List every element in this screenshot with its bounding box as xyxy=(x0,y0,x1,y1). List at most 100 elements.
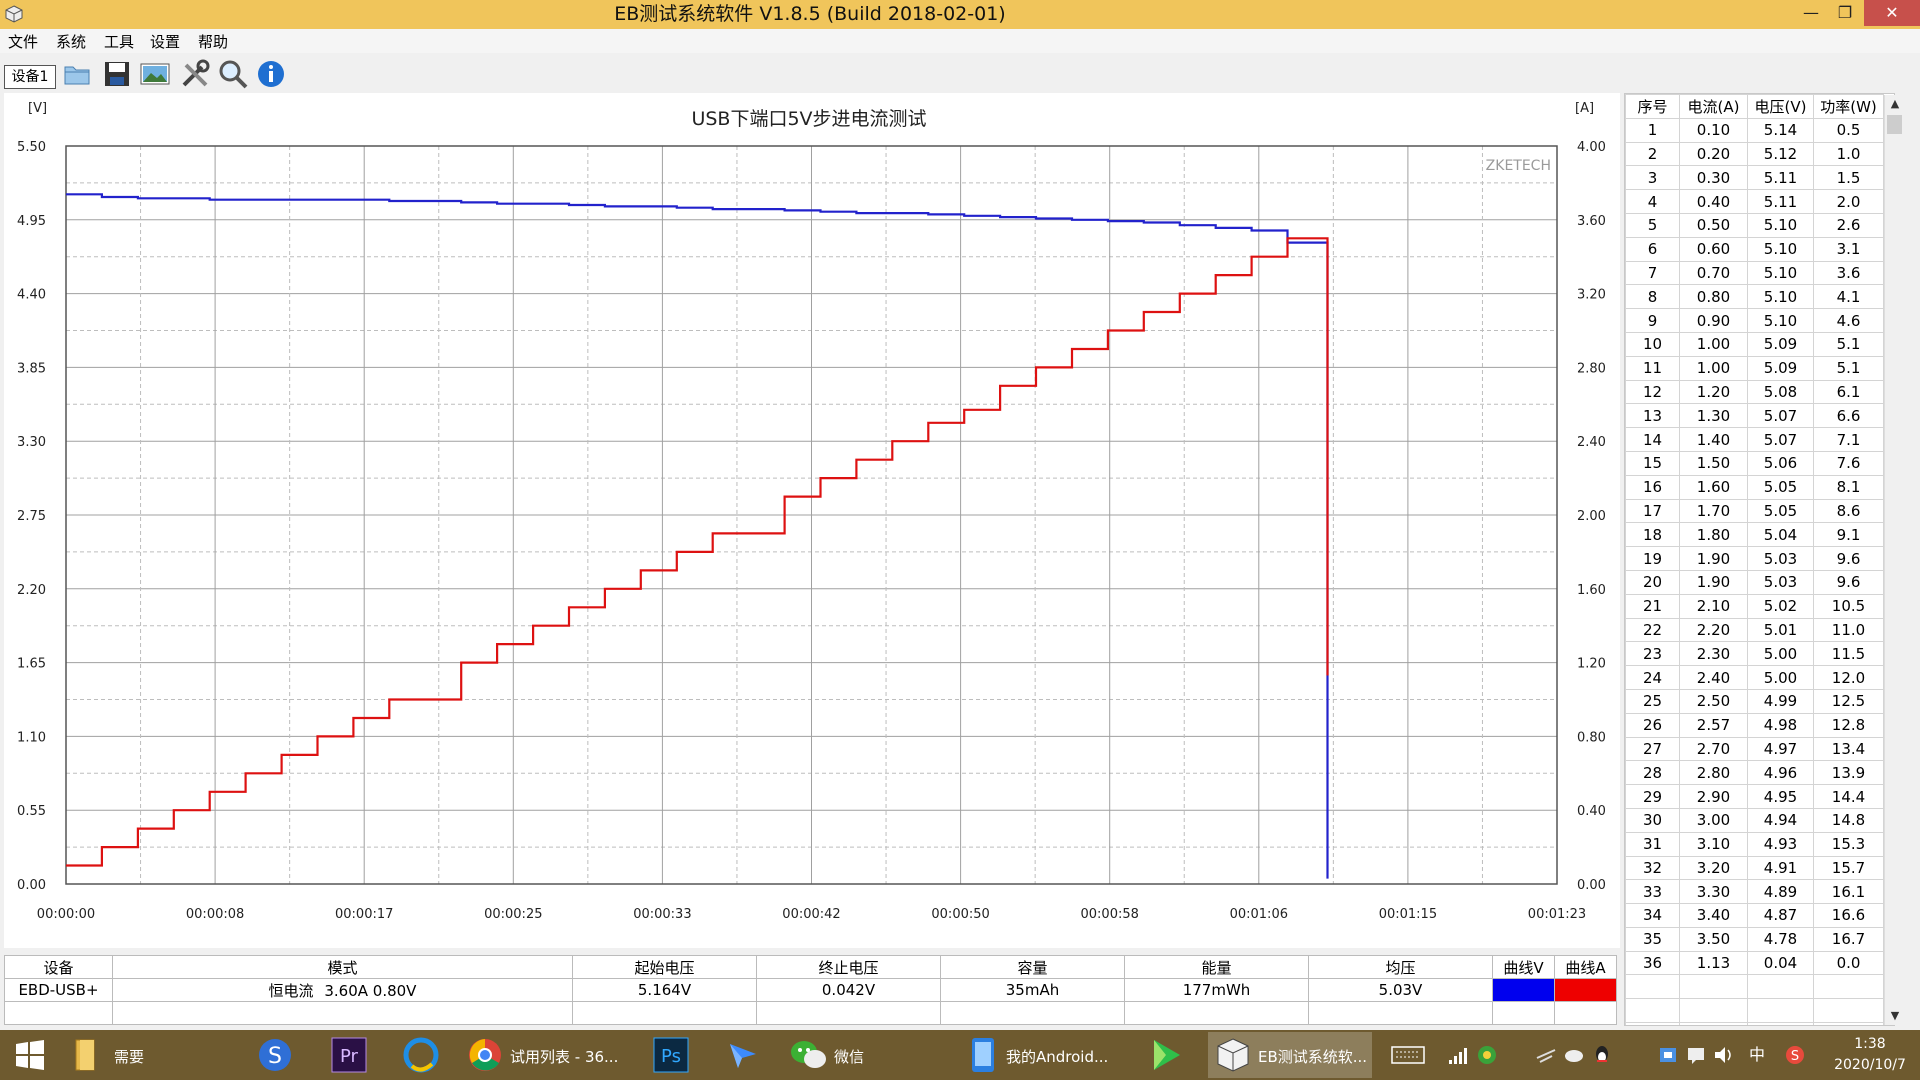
records-header-voltage[interactable]: 电压(V) xyxy=(1747,94,1814,119)
records-row[interactable]: 20 1.90 5.03 9.6 xyxy=(1625,569,1884,595)
taskbar-chrome[interactable]: 试用列表 - 36... xyxy=(460,1032,628,1078)
signal-icon[interactable] xyxy=(1446,1030,1472,1080)
menu-settings[interactable]: 设置 xyxy=(150,31,180,52)
taskbar-photoshop[interactable]: Ps xyxy=(644,1032,696,1078)
records-cell-index: 11 xyxy=(1625,355,1680,381)
curve-a-color-swatch[interactable] xyxy=(1554,978,1617,1002)
open-folder-icon[interactable] xyxy=(60,57,94,91)
sogou-icon: S xyxy=(259,1039,291,1071)
records-row[interactable]: 25 2.50 4.99 12.5 xyxy=(1625,688,1884,714)
wechat-icon xyxy=(791,1041,826,1068)
records-row[interactable]: 19 1.90 5.03 9.6 xyxy=(1625,546,1884,571)
records-row[interactable]: 15 1.50 5.06 7.6 xyxy=(1625,450,1884,476)
records-row[interactable]: 8 0.80 5.10 4.1 xyxy=(1625,284,1884,310)
summary-header-capacity: 容量 xyxy=(940,955,1125,979)
records-scrollbar[interactable]: ▲ ▼ xyxy=(1884,95,1905,1025)
close-button[interactable]: ✕ xyxy=(1864,0,1920,26)
menu-system[interactable]: 系统 xyxy=(56,31,86,52)
scroll-down-icon[interactable]: ▼ xyxy=(1885,1007,1905,1025)
taskbar-player[interactable] xyxy=(1138,1032,1190,1078)
records-row[interactable]: 26 2.57 4.98 12.8 xyxy=(1625,712,1884,738)
records-row[interactable]: 16 1.60 5.05 8.1 xyxy=(1625,474,1884,500)
records-row[interactable]: 34 3.40 4.87 16.6 xyxy=(1625,903,1884,928)
summary-row[interactable]: EBD-USB+ 恒电流 3.60A 0.80V 5.164V 0.042V 3… xyxy=(4,978,1617,1002)
security-tray-icon[interactable] xyxy=(1656,1030,1680,1080)
cloud-tray-icon[interactable] xyxy=(1562,1030,1586,1080)
records-cell-current: 1.30 xyxy=(1679,403,1748,429)
records-row[interactable]: 3 0.30 5.11 1.5 xyxy=(1625,165,1884,191)
records-header-index[interactable]: 序号 xyxy=(1625,94,1680,119)
maximize-button[interactable]: ❐ xyxy=(1830,0,1860,26)
records-row[interactable]: 31 3.10 4.93 15.3 xyxy=(1625,831,1884,857)
minimize-button[interactable]: — xyxy=(1798,0,1824,26)
records-row[interactable]: 12 1.20 5.08 6.1 xyxy=(1625,379,1884,405)
taskbar-eb-app[interactable]: EB测试系统软... xyxy=(1208,1032,1372,1078)
windows-start-icon[interactable] xyxy=(6,1032,54,1078)
x-tick-label: 00:01:06 xyxy=(1230,907,1288,922)
records-row[interactable]: 36 1.13 0.04 0.0 xyxy=(1625,950,1884,976)
search-icon[interactable] xyxy=(216,57,250,91)
curve-v-color-swatch[interactable] xyxy=(1492,978,1555,1002)
scroll-up-icon[interactable]: ▲ xyxy=(1885,95,1905,113)
records-header-power[interactable]: 功率(W) xyxy=(1813,94,1884,119)
records-row[interactable]: 21 2.10 5.02 10.5 xyxy=(1625,593,1884,619)
records-row[interactable]: 5 0.50 5.10 2.6 xyxy=(1625,212,1884,238)
device-tab[interactable]: 设备1 xyxy=(4,65,56,89)
qq-icon[interactable] xyxy=(1590,1030,1614,1080)
records-row[interactable]: 14 1.40 5.07 7.1 xyxy=(1625,427,1884,452)
records-cell-voltage: 4.89 xyxy=(1747,879,1814,905)
tools-icon[interactable] xyxy=(178,57,212,91)
right-tick-label: 2.80 xyxy=(1577,361,1606,376)
menu-help[interactable]: 帮助 xyxy=(198,31,228,52)
taskbar-folder[interactable]: 需要 xyxy=(66,1032,238,1078)
taskbar-premiere[interactable]: Pr xyxy=(322,1032,374,1078)
taskbar-feishu[interactable] xyxy=(716,1032,768,1078)
records-row[interactable]: 28 2.80 4.96 13.9 xyxy=(1625,760,1884,786)
records-row[interactable]: 18 1.80 5.04 9.1 xyxy=(1625,522,1884,548)
menu-tools[interactable]: 工具 xyxy=(104,31,134,52)
records-row[interactable]: 4 0.40 5.11 2.0 xyxy=(1625,189,1884,214)
taskbar-sogou[interactable]: S xyxy=(248,1032,300,1078)
network-icon[interactable] xyxy=(1534,1030,1558,1080)
records-row[interactable]: 11 1.00 5.09 5.1 xyxy=(1625,355,1884,381)
records-cell-index: 31 xyxy=(1625,831,1680,857)
records-row[interactable]: 23 2.30 5.00 11.5 xyxy=(1625,641,1884,667)
records-row[interactable]: 17 1.70 5.05 8.6 xyxy=(1625,498,1884,524)
menu-file[interactable]: 文件 xyxy=(8,31,38,52)
taskbar-wechat[interactable]: 微信 xyxy=(782,1032,950,1078)
clock[interactable]: 1:38 2020/10/7 xyxy=(1822,1034,1918,1076)
scroll-thumb[interactable] xyxy=(1887,115,1902,134)
records-row[interactable]: 30 3.00 4.94 14.8 xyxy=(1625,807,1884,833)
taskbar-browser[interactable] xyxy=(394,1032,446,1078)
right-tick-label: 3.60 xyxy=(1577,214,1606,229)
taskbar-android[interactable]: 我的Android... xyxy=(962,1032,1120,1078)
action-center-icon[interactable] xyxy=(1684,1030,1708,1080)
records-row[interactable]: 35 3.50 4.78 16.7 xyxy=(1625,926,1884,952)
records-row[interactable]: 13 1.30 5.07 6.6 xyxy=(1625,403,1884,429)
records-row[interactable]: 10 1.00 5.09 5.1 xyxy=(1625,331,1884,357)
records-row[interactable]: 32 3.20 4.91 15.7 xyxy=(1625,855,1884,881)
records-cell-current: 2.70 xyxy=(1679,736,1748,762)
records-row[interactable]: 6 0.60 5.10 3.1 xyxy=(1625,236,1884,262)
records-row[interactable]: 7 0.70 5.10 3.6 xyxy=(1625,260,1884,286)
save-icon[interactable] xyxy=(100,57,134,91)
image-icon[interactable] xyxy=(138,57,172,91)
keyboard-icon[interactable] xyxy=(1390,1030,1426,1080)
x-tick-label: 00:00:33 xyxy=(633,907,691,922)
volume-icon[interactable] xyxy=(1712,1030,1736,1080)
records-row[interactable]: 2 0.20 5.12 1.0 xyxy=(1625,141,1884,167)
info-icon[interactable] xyxy=(254,57,288,91)
records-row[interactable]: 29 2.90 4.95 14.4 xyxy=(1625,784,1884,809)
records-row[interactable]: 33 3.30 4.89 16.1 xyxy=(1625,879,1884,905)
records-row[interactable]: 27 2.70 4.97 13.4 xyxy=(1625,736,1884,762)
ime-indicator[interactable]: 中 xyxy=(1744,1030,1770,1080)
sogou-tray-icon[interactable]: S xyxy=(1782,1030,1808,1080)
records-cell-index: 13 xyxy=(1625,403,1680,429)
shield-tray-icon[interactable] xyxy=(1474,1030,1500,1080)
records-row[interactable]: 9 0.90 5.10 4.6 xyxy=(1625,308,1884,333)
records-row[interactable]: 1 0.10 5.14 0.5 xyxy=(1625,117,1884,143)
records-cell-current: 1.40 xyxy=(1679,427,1748,452)
records-header-current[interactable]: 电流(A) xyxy=(1679,94,1748,119)
records-row[interactable]: 24 2.40 5.00 12.0 xyxy=(1625,665,1884,690)
records-row[interactable]: 22 2.20 5.01 11.0 xyxy=(1625,617,1884,643)
